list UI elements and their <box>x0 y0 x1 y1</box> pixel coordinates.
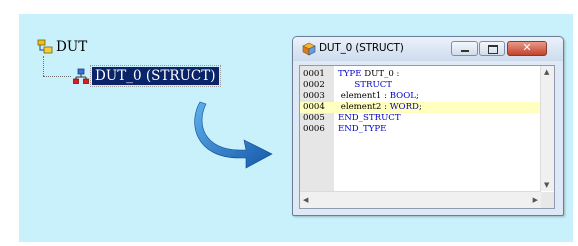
code-line[interactable]: 0005 END_STRUCT <box>300 113 540 124</box>
maximize-button[interactable] <box>479 41 505 56</box>
window-titlebar[interactable]: DUT_0 (STRUCT) ✕ <box>293 37 563 61</box>
scroll-up-icon[interactable]: ▲ <box>544 68 549 76</box>
code-editor[interactable]: 0001 TYPE DUT_0 :0002 STRUCT 0003 element1… <box>299 65 555 209</box>
close-button[interactable]: ✕ <box>507 41 547 56</box>
tree-root-label: DUT <box>56 39 88 55</box>
tree-connector <box>43 56 44 76</box>
line-number: 0002 <box>303 80 325 90</box>
tree-connector <box>43 76 71 77</box>
line-number: 0004 <box>303 102 325 112</box>
cube-icon <box>302 41 316 60</box>
code-text: TYPE DUT_0 : <box>338 69 400 79</box>
code-line[interactable]: 0001 TYPE DUT_0 : <box>300 69 540 80</box>
line-number: 0003 <box>303 91 325 101</box>
curved-arrow-icon <box>194 101 273 169</box>
line-number: 0006 <box>303 124 325 134</box>
code-line[interactable]: 0004 element2 : WORD; <box>300 102 540 113</box>
dut-editor-window[interactable]: DUT_0 (STRUCT) ✕ 0001 TYPE DUT_0 :0002 ST… <box>292 36 564 216</box>
window-title: DUT_0 (STRUCT) <box>319 42 404 54</box>
code-line[interactable]: 0002 STRUCT <box>300 80 540 91</box>
code-text: element2 : WORD; <box>338 102 422 112</box>
code-text: element1 : BOOL; <box>338 91 419 101</box>
scrollbar-corner <box>541 192 554 208</box>
minimize-icon <box>461 50 469 52</box>
line-number: 0001 <box>303 69 325 79</box>
code-text: STRUCT <box>354 80 393 90</box>
minimize-button[interactable] <box>451 41 478 56</box>
scroll-right-icon[interactable]: ▶ <box>533 196 538 204</box>
vertical-scrollbar[interactable]: ▲ ▼ <box>540 66 554 191</box>
line-number: 0005 <box>303 113 325 123</box>
close-icon: ✕ <box>522 41 532 54</box>
folder-tree-icon <box>37 39 53 55</box>
code-line[interactable]: 0006 END_TYPE <box>300 124 540 135</box>
scroll-down-icon[interactable]: ▼ <box>544 181 549 189</box>
tree-child-label: DUT_0 (STRUCT) <box>90 65 221 87</box>
tree-item-dut0[interactable]: DUT_0 (STRUCT) <box>73 65 221 87</box>
scroll-left-icon[interactable]: ◀ <box>303 196 308 204</box>
maximize-icon <box>488 45 498 54</box>
struct-icon <box>73 68 89 84</box>
horizontal-scrollbar[interactable]: ◀ ▶ <box>300 191 541 208</box>
code-text: END_STRUCT <box>338 113 401 123</box>
code-line[interactable]: 0003 element1 : BOOL; <box>300 91 540 102</box>
tree-item-dut[interactable]: DUT <box>37 38 87 56</box>
code-text: END_TYPE <box>338 124 387 134</box>
